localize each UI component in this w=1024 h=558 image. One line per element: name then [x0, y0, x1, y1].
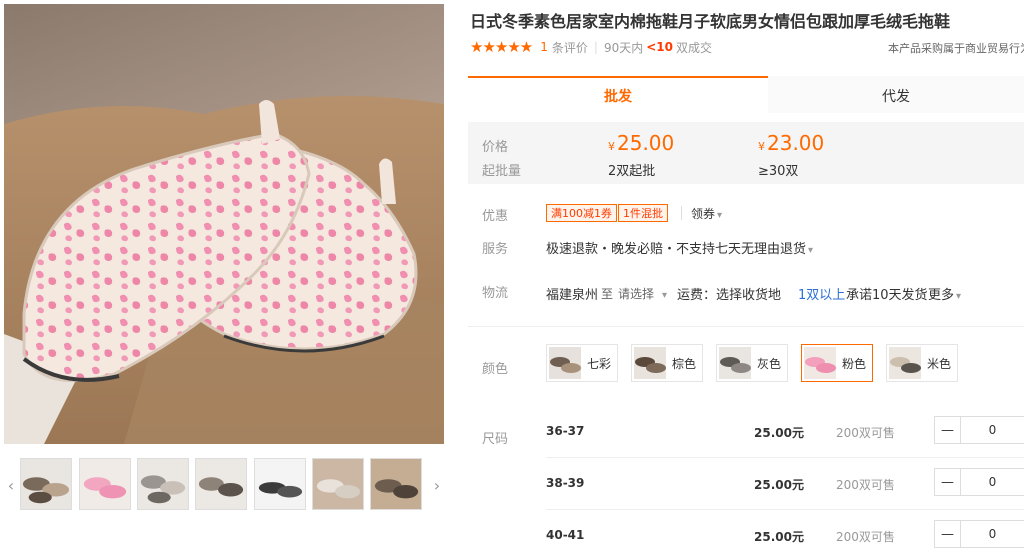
color-label: 颜色	[482, 362, 509, 377]
color-option-label: 棕色	[672, 356, 697, 371]
divider	[681, 206, 682, 220]
quantity-input[interactable]: 0	[961, 527, 1024, 541]
color-option-qicai[interactable]: 七彩	[546, 344, 619, 382]
color-option-label: 粉色	[842, 356, 867, 371]
color-swatch-image	[804, 347, 836, 379]
size-stock: 200双可售	[836, 478, 895, 492]
color-swatch-image	[634, 347, 666, 379]
chevron-down-icon: ▾	[662, 290, 668, 301]
quantity-input[interactable]: 0	[961, 475, 1024, 489]
tier-1-qty: 2双起批	[608, 164, 656, 179]
color-option-pink[interactable]: 粉色	[801, 344, 874, 382]
more-label: 更多	[928, 288, 955, 303]
divider: |	[593, 40, 598, 54]
rating-row: ★★★★★ 1 条评价 | 90天内 <10 双成交	[470, 38, 712, 56]
divider	[546, 457, 1024, 458]
thumbnail-1[interactable]	[20, 458, 72, 510]
size-name: 40-41	[546, 528, 585, 542]
quantity-stepper: — 0	[934, 468, 1024, 496]
get-coupon-label: 领券	[691, 207, 716, 221]
color-option-label: 米色	[927, 356, 952, 371]
destination-select[interactable]: 请选择 ▾	[618, 285, 667, 302]
minus-icon[interactable]: —	[935, 521, 961, 547]
size-row: 40-41 25.00元 200双可售 — 0	[546, 516, 1024, 556]
currency-symbol: ¥	[758, 140, 765, 153]
to-label: 至	[601, 287, 614, 301]
color-option-brown[interactable]: 棕色	[631, 344, 704, 382]
origin-city: 福建泉州	[546, 288, 599, 303]
size-price: 25.00元	[754, 426, 804, 440]
tier-2-price-value: 23.00	[767, 131, 825, 155]
minus-icon[interactable]: —	[935, 417, 961, 443]
chevron-left-icon[interactable]: ‹	[4, 458, 18, 512]
color-option-label: 七彩	[587, 356, 612, 371]
quantity-stepper: — 0	[934, 416, 1024, 444]
price-label: 价格	[482, 140, 509, 155]
review-count[interactable]: 1	[540, 40, 548, 54]
tab-wholesale[interactable]: 批发	[468, 76, 768, 113]
chevron-down-icon: ▾	[956, 291, 962, 302]
service-label: 服务	[482, 242, 509, 257]
price-box: 价格 起批量 ¥25.00 2双起批 ¥23.00 ≥30双	[468, 122, 1024, 184]
get-coupon-dropdown[interactable]: 领券 ▾	[691, 205, 722, 222]
divider	[468, 326, 1024, 327]
thumbnail-7[interactable]	[370, 458, 422, 510]
color-swatch-image	[889, 347, 921, 379]
coupon-badge-2[interactable]: 1件混批	[618, 204, 668, 222]
size-price: 25.00元	[754, 478, 804, 492]
chevron-right-icon[interactable]: ›	[430, 458, 444, 512]
size-stock: 200双可售	[836, 426, 895, 440]
thumbnail-2[interactable]	[79, 458, 131, 510]
destination-placeholder: 请选择	[618, 287, 655, 301]
size-name: 38-39	[546, 476, 585, 490]
color-swatch-image	[549, 347, 581, 379]
currency-symbol: ¥	[608, 140, 615, 153]
promo-label: 优惠	[482, 209, 509, 224]
tab-dropship[interactable]: 代发	[768, 76, 1024, 113]
tier-2-price: ¥23.00	[758, 131, 824, 155]
more-dropdown[interactable]: 更多 ▾	[928, 284, 961, 303]
quantity-stepper: — 0	[934, 520, 1024, 548]
thumbnail-6[interactable]	[312, 458, 364, 510]
thumbnail-4[interactable]	[195, 458, 247, 510]
color-option-label: 灰色	[757, 356, 782, 371]
minus-icon[interactable]: —	[935, 469, 961, 495]
size-price: 25.00元	[754, 530, 804, 544]
purchase-tip: 本产品采购属于商业贸易行为	[888, 42, 1024, 55]
moq-label: 起批量	[482, 164, 522, 179]
chevron-down-icon: ▾	[808, 245, 814, 256]
tier-1-price-value: 25.00	[617, 131, 675, 155]
period-label: 90天内	[603, 40, 644, 55]
logistics-label: 物流	[482, 286, 509, 301]
thumbnail-5[interactable]	[254, 458, 306, 510]
thumbnail-3[interactable]	[137, 458, 189, 510]
deals-value: <10	[646, 40, 673, 54]
size-row: 38-39 25.00元 200双可售 — 0	[546, 464, 1024, 504]
purchase-mode-tabs: 批发 代发	[468, 76, 1024, 113]
tier-1-price: ¥25.00	[608, 131, 674, 155]
color-option-beige[interactable]: 米色	[886, 344, 959, 382]
color-swatch-image	[719, 347, 751, 379]
size-stock: 200双可售	[836, 530, 895, 544]
size-label: 尺码	[482, 432, 509, 447]
deals-label: 双成交	[676, 40, 713, 55]
review-label[interactable]: 条评价	[552, 39, 588, 56]
service-dropdown[interactable]: 极速退款・晚发必赔・不支持七天无理由退货 ▾	[546, 238, 813, 257]
coupon-badge-1[interactable]: 满100减1券	[546, 204, 617, 222]
size-row: 36-37 25.00元 200双可售 — 0	[546, 412, 1024, 452]
divider	[546, 509, 1024, 510]
delivery-promise: 承诺10天发货	[846, 288, 928, 303]
shipping-fee: 运费：选择收货地	[677, 288, 782, 303]
thumbnail-strip: ‹ ›	[4, 458, 444, 514]
service-text: 极速退款・晚发必赔・不支持七天无理由退货	[546, 242, 807, 257]
quantity-input[interactable]: 0	[961, 423, 1024, 437]
star-icon: ★★★★★	[470, 38, 533, 56]
product-title: 日式冬季素色居家室内棉拖鞋月子软底男女情侣包跟加厚毛绒毛拖鞋	[470, 12, 951, 31]
color-option-gray[interactable]: 灰色	[716, 344, 789, 382]
qty-rule[interactable]: 1双以上	[798, 284, 845, 303]
product-main-image[interactable]	[4, 4, 444, 444]
tier-2-qty: ≥30双	[758, 164, 799, 179]
chevron-down-icon: ▾	[717, 210, 723, 221]
size-name: 36-37	[546, 424, 585, 438]
